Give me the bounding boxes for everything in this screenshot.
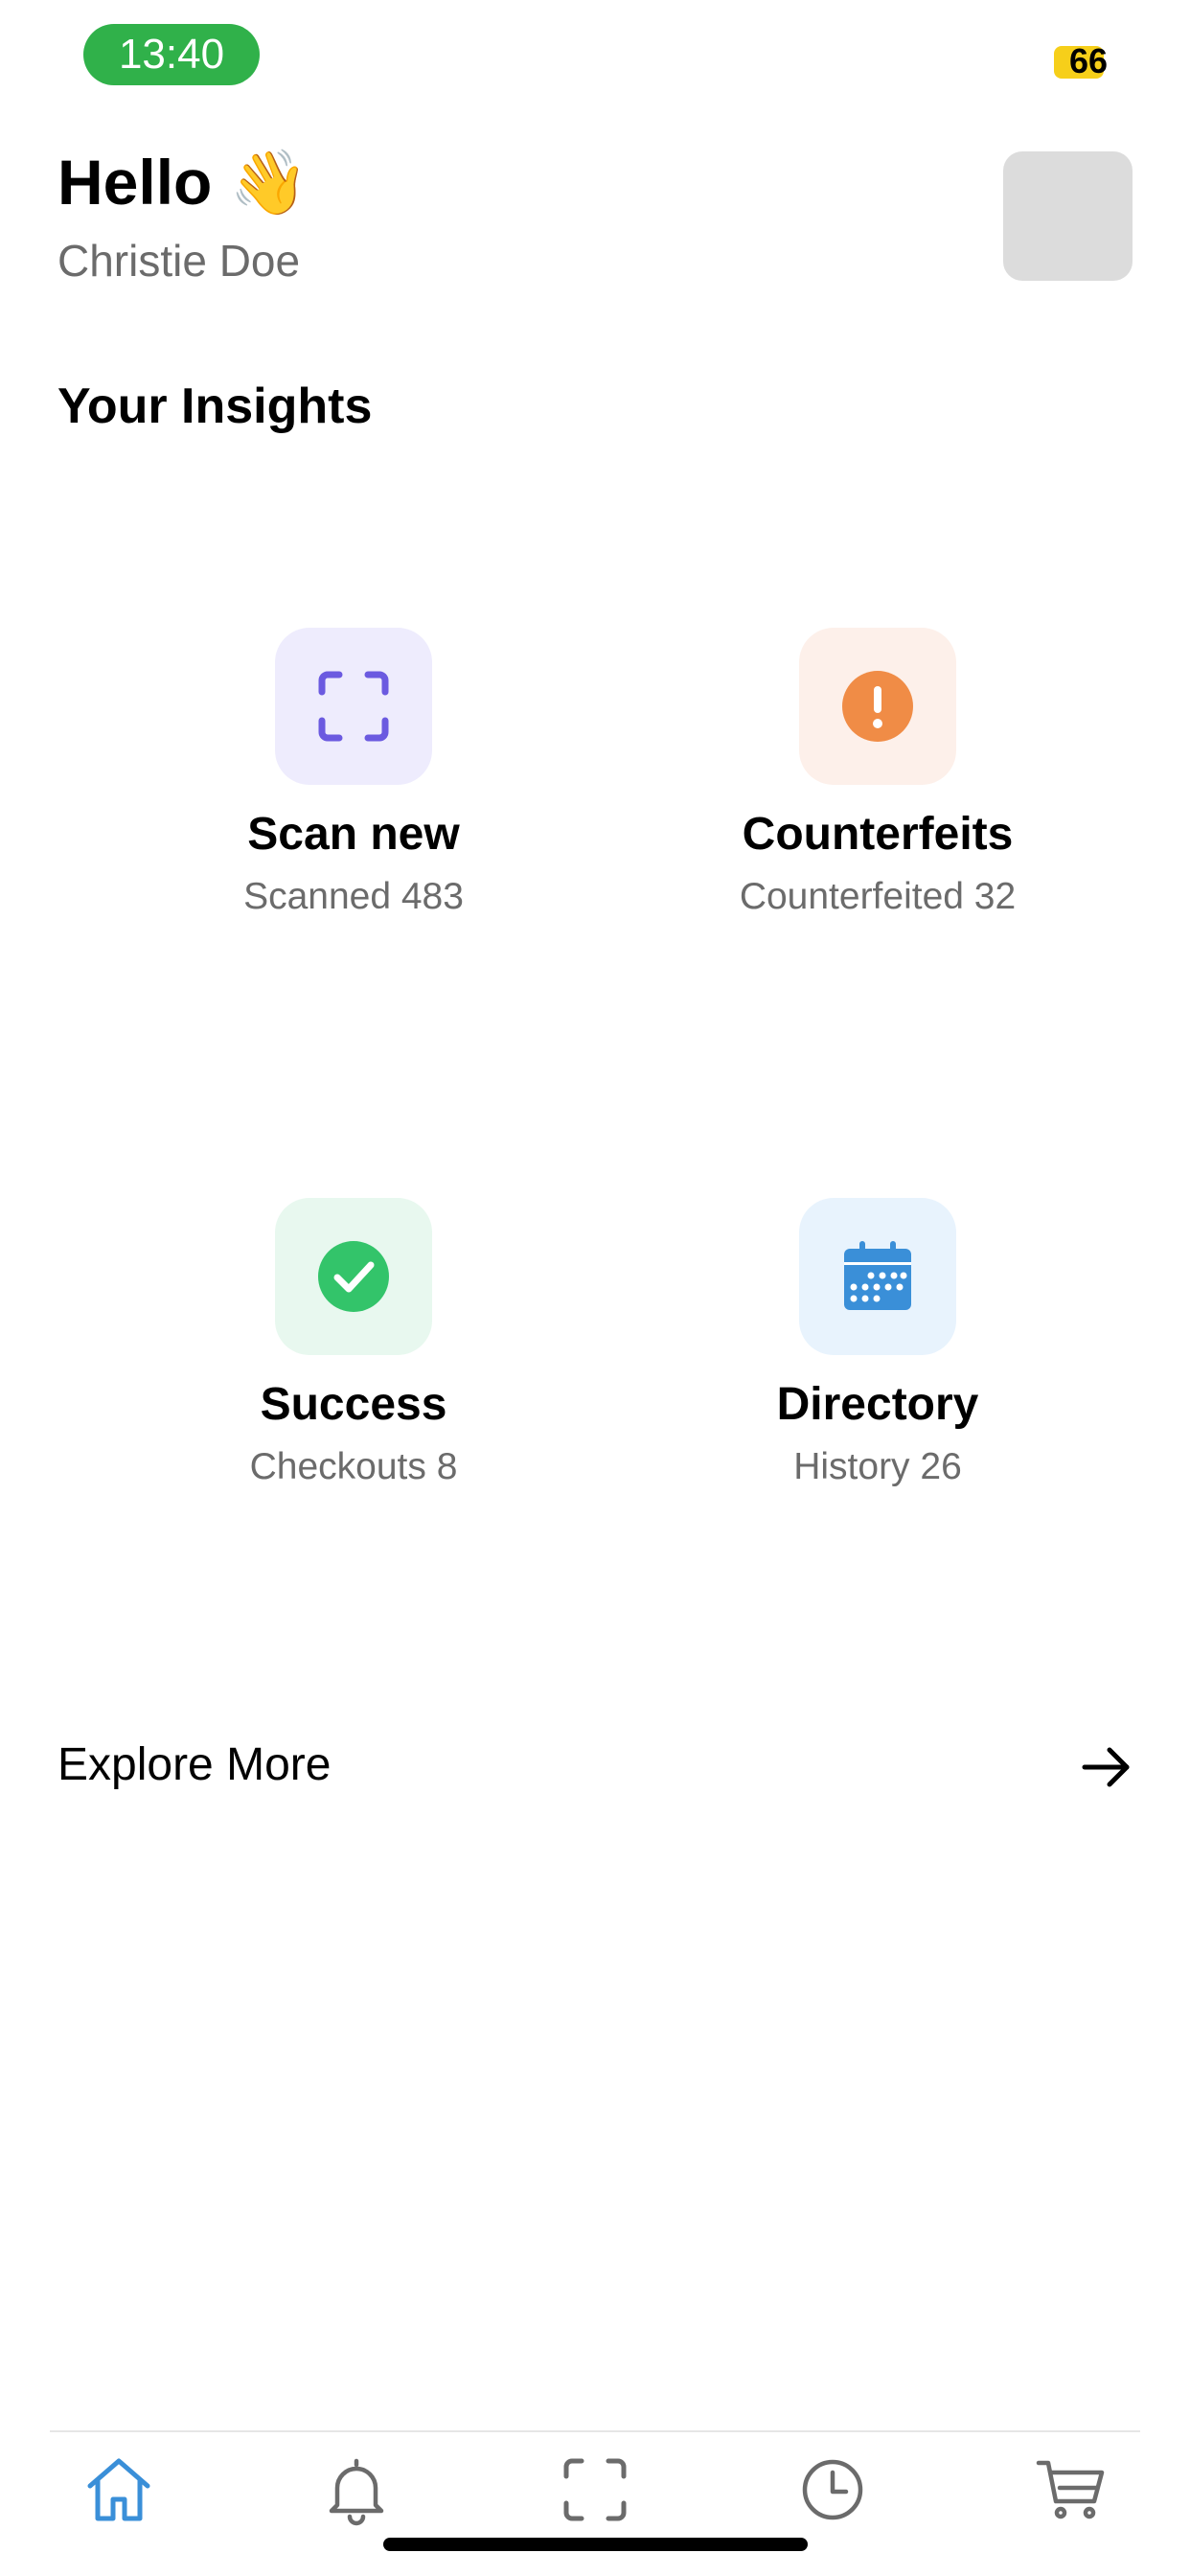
insight-card-scan[interactable]: Scan new Scanned 483 xyxy=(88,628,586,954)
card-subtitle: Scanned 483 xyxy=(243,876,464,917)
card-title: Counterfeits xyxy=(742,809,1014,860)
status-time: 13:40 xyxy=(83,24,260,85)
card-title: Directory xyxy=(776,1379,979,1430)
avatar[interactable] xyxy=(1003,151,1133,281)
clock-icon xyxy=(802,2459,863,2520)
user-name: Christie Doe xyxy=(57,236,301,286)
wave-emoji: 👋 xyxy=(229,147,309,218)
tab-bar-divider xyxy=(50,2430,1140,2432)
explore-more-row[interactable]: Explore More xyxy=(57,1733,1133,1800)
scan-icon xyxy=(318,671,389,742)
home-indicator xyxy=(383,2538,808,2551)
explore-more-label: Explore More xyxy=(57,1739,332,1790)
tab-notifications[interactable] xyxy=(320,2453,393,2526)
tab-scan[interactable] xyxy=(559,2453,631,2526)
greeting: Hello 👋 xyxy=(57,144,309,220)
check-circle-icon xyxy=(318,1241,389,1312)
insight-card-directory[interactable]: Directory History 26 xyxy=(612,1198,1110,1524)
home-icon xyxy=(87,2458,150,2521)
alert-icon xyxy=(842,671,913,742)
success-tile xyxy=(275,1198,432,1355)
card-title: Scan new xyxy=(247,809,460,860)
scan-tile xyxy=(275,628,432,785)
tab-cart[interactable] xyxy=(1035,2453,1108,2526)
card-subtitle: Counterfeited 32 xyxy=(739,876,1017,917)
insights-title: Your Insights xyxy=(57,379,373,434)
cart-icon xyxy=(1036,2460,1105,2519)
insight-card-counterfeits[interactable]: Counterfeits Counterfeited 32 xyxy=(612,628,1110,954)
battery-level: 66 xyxy=(1068,41,1108,80)
home-screen: 13:40 66 Hello 👋 Christie Doe Your Insig… xyxy=(0,0,1190,2576)
card-subtitle: Checkouts 8 xyxy=(249,1446,458,1487)
counterfeits-tile xyxy=(799,628,956,785)
card-subtitle: History 26 xyxy=(793,1446,962,1487)
greeting-text: Hello xyxy=(57,147,213,218)
tab-history[interactable] xyxy=(796,2453,869,2526)
bell-icon xyxy=(329,2458,384,2526)
tab-home[interactable] xyxy=(82,2453,155,2526)
card-title: Success xyxy=(260,1379,447,1430)
battery-indicator: 66 xyxy=(1054,44,1108,79)
directory-tile xyxy=(799,1198,956,1355)
insight-card-success[interactable]: Success Checkouts 8 xyxy=(88,1198,586,1524)
scan-icon xyxy=(563,2458,627,2521)
calendar-icon xyxy=(844,1241,911,1310)
arrow-right-icon[interactable] xyxy=(1079,1740,1133,1794)
